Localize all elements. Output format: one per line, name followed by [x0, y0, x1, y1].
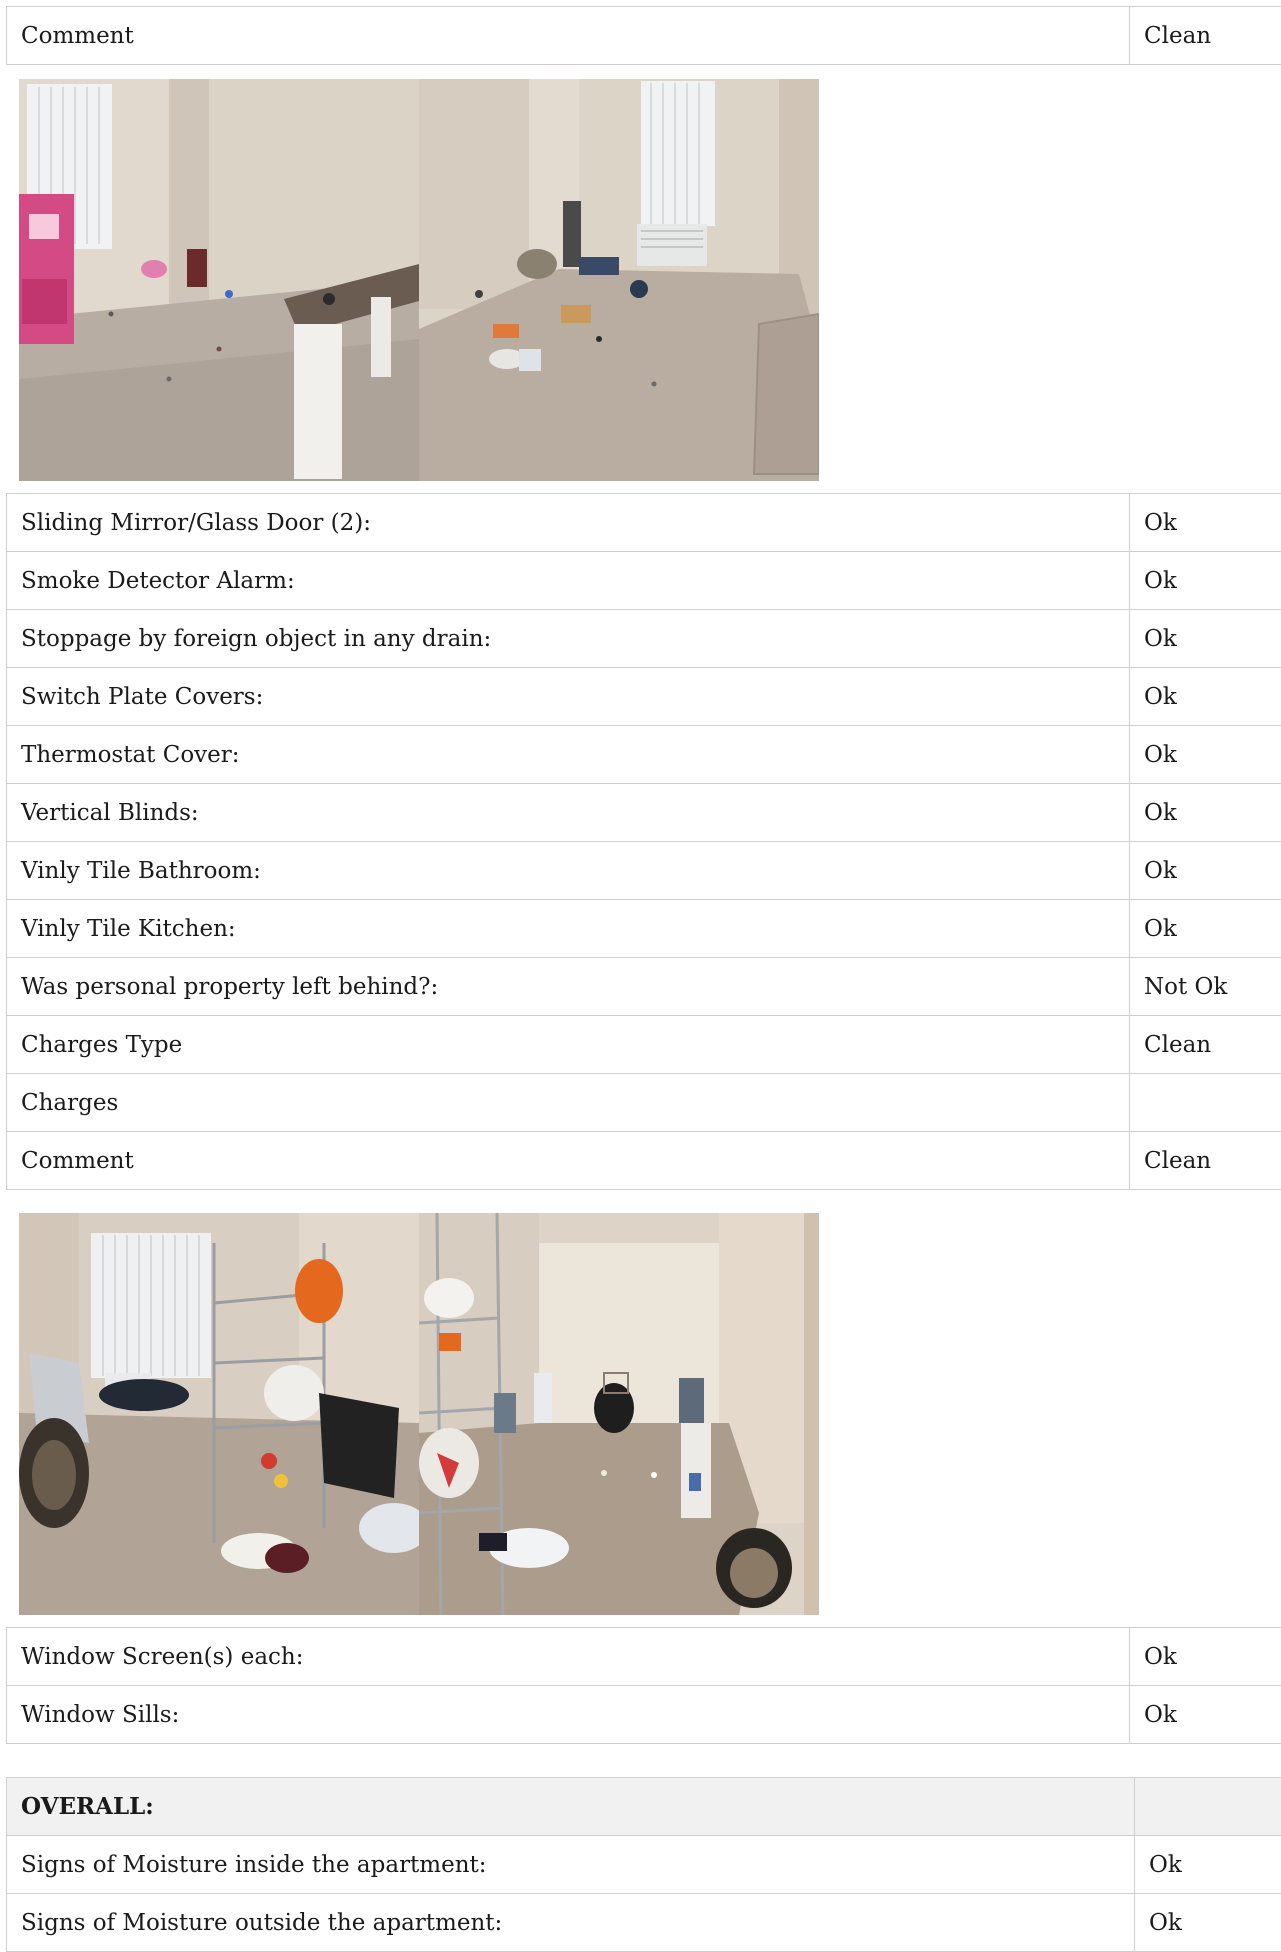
- table-row: Stoppage by foreign object in any drain:…: [7, 610, 1281, 668]
- table-row: Smoke Detector Alarm: Ok: [7, 552, 1281, 610]
- overall-heading-value: [1135, 1778, 1281, 1836]
- inspection-table-b: Sliding Mirror/Glass Door (2): Ok Smoke …: [6, 493, 1281, 1190]
- table-row: Charges: [7, 1074, 1281, 1132]
- item-status: Clean: [1130, 1132, 1281, 1190]
- item-status: Ok: [1130, 900, 1281, 958]
- item-label: Was personal property left behind?:: [7, 958, 1130, 1016]
- item-status: Ok: [1130, 494, 1281, 552]
- table-header-row: OVERALL:: [7, 1778, 1281, 1836]
- overall-table: OVERALL: Signs of Moisture inside the ap…: [6, 1777, 1281, 1952]
- item-label: Signs of Moisture outside the apartment:: [7, 1894, 1135, 1952]
- item-status: Ok: [1130, 552, 1281, 610]
- table-row: Vinly Tile Kitchen: Ok: [7, 900, 1281, 958]
- item-status: [1130, 1074, 1281, 1132]
- item-label: Signs of Moisture inside the apartment:: [7, 1836, 1135, 1894]
- table-row: Signs of Moisture inside the apartment: …: [7, 1836, 1281, 1894]
- table-row: Charges Type Clean: [7, 1016, 1281, 1074]
- inspection-table-a: Comment Clean: [6, 6, 1281, 65]
- item-status: Ok: [1135, 1836, 1281, 1894]
- inspection-report-page: Comment Clean: [0, 0, 1281, 1946]
- table-row: Thermostat Cover: Ok: [7, 726, 1281, 784]
- table-row: Sliding Mirror/Glass Door (2): Ok: [7, 494, 1281, 552]
- item-label: Thermostat Cover:: [7, 726, 1130, 784]
- item-label: Vinly Tile Bathroom:: [7, 842, 1130, 900]
- table-row: Was personal property left behind?: Not …: [7, 958, 1281, 1016]
- table-row: Comment Clean: [7, 1132, 1281, 1190]
- table-row: Vertical Blinds: Ok: [7, 784, 1281, 842]
- item-status: Ok: [1130, 610, 1281, 668]
- item-label: Switch Plate Covers:: [7, 668, 1130, 726]
- item-status: Ok: [1130, 1686, 1281, 1744]
- item-label: Charges Type: [7, 1016, 1130, 1074]
- room-photo[interactable]: [19, 79, 419, 481]
- item-status: Ok: [1130, 1628, 1281, 1686]
- item-status: Ok: [1130, 842, 1281, 900]
- item-label: Charges: [7, 1074, 1130, 1132]
- item-status: Ok: [1135, 1894, 1281, 1952]
- item-label: Stoppage by foreign object in any drain:: [7, 610, 1130, 668]
- item-status: Not Ok: [1130, 958, 1281, 1016]
- item-label: Window Screen(s) each:: [7, 1628, 1130, 1686]
- table-row: Signs of Moisture outside the apartment:…: [7, 1894, 1281, 1952]
- table-row: Window Screen(s) each: Ok: [7, 1628, 1281, 1686]
- photo-group-2: [19, 1213, 820, 1615]
- item-status: Ok: [1130, 784, 1281, 842]
- item-label: Vertical Blinds:: [7, 784, 1130, 842]
- item-label: Vinly Tile Kitchen:: [7, 900, 1130, 958]
- item-label: Window Sills:: [7, 1686, 1130, 1744]
- table-row: Window Sills: Ok: [7, 1686, 1281, 1744]
- item-status: Clean: [1130, 7, 1281, 65]
- item-label: Smoke Detector Alarm:: [7, 552, 1130, 610]
- photo-group-1: [19, 79, 820, 481]
- overall-heading: OVERALL:: [7, 1778, 1135, 1836]
- item-label: Comment: [7, 1132, 1130, 1190]
- table-row: Switch Plate Covers: Ok: [7, 668, 1281, 726]
- item-status: Ok: [1130, 726, 1281, 784]
- item-status: Ok: [1130, 668, 1281, 726]
- inspection-table-c: Window Screen(s) each: Ok Window Sills: …: [6, 1627, 1281, 1744]
- item-status: Clean: [1130, 1016, 1281, 1074]
- room-photo[interactable]: [419, 1213, 819, 1615]
- item-label: Comment: [7, 7, 1130, 65]
- table-row: Comment Clean: [7, 7, 1281, 65]
- room-photo[interactable]: [419, 79, 819, 481]
- room-photo[interactable]: [19, 1213, 419, 1615]
- item-label: Sliding Mirror/Glass Door (2):: [7, 494, 1130, 552]
- table-row: Vinly Tile Bathroom: Ok: [7, 842, 1281, 900]
